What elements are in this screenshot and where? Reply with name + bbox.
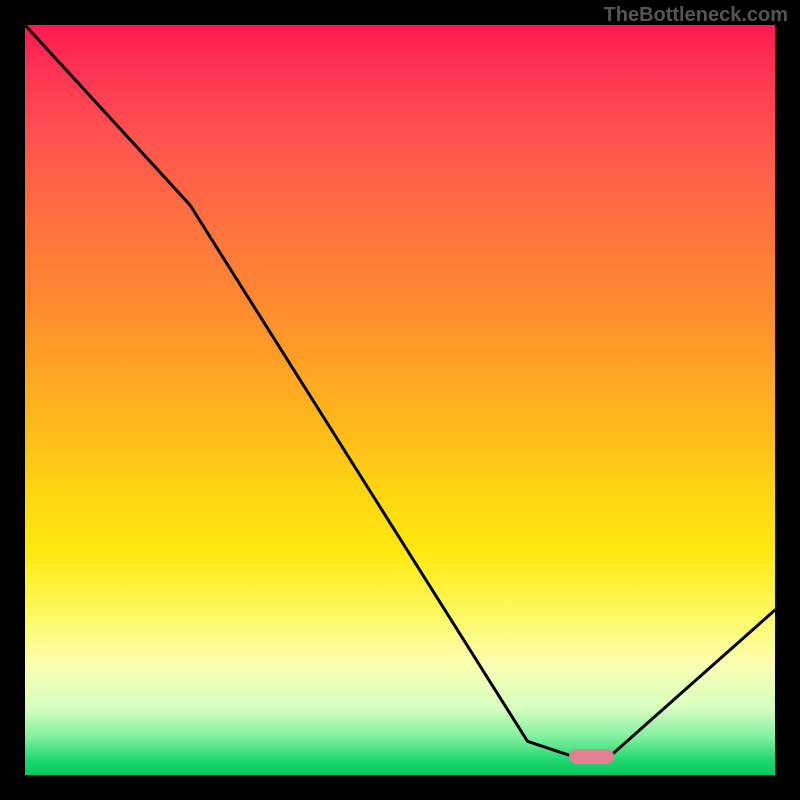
optimum-marker (569, 749, 614, 764)
chart-container: TheBottleneck.com (0, 0, 800, 800)
watermark-text: TheBottleneck.com (604, 4, 788, 27)
plot-area (25, 25, 775, 775)
curve-path (25, 25, 775, 756)
line-series (25, 25, 775, 775)
